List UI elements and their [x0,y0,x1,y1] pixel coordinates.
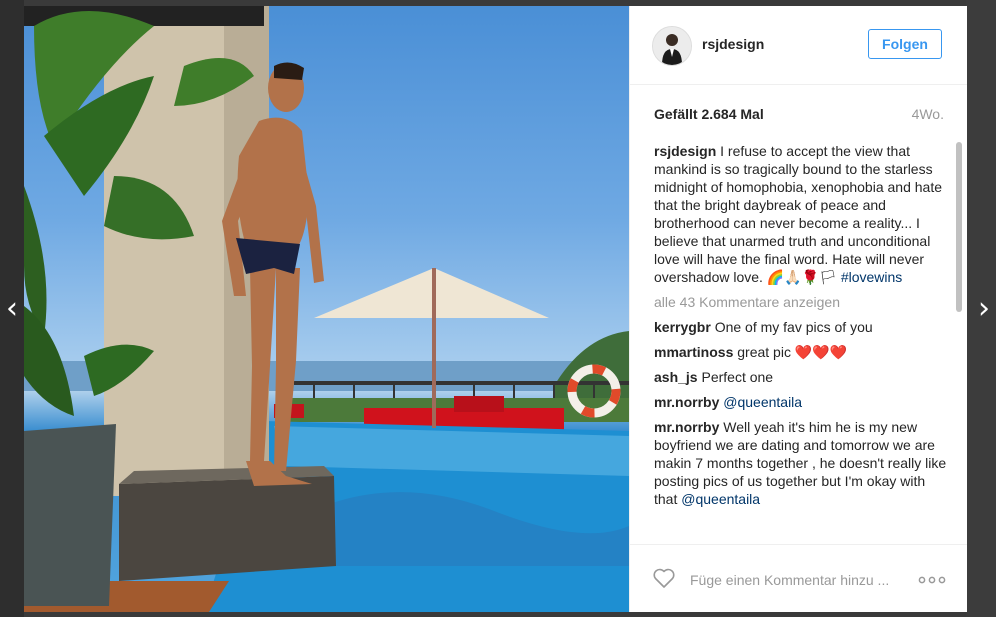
likes-count[interactable]: Gefällt 2.684 Mal [654,106,764,122]
comment-username[interactable]: kerrygbr [654,319,711,335]
chevron-right-icon[interactable]: › [972,292,996,326]
comment-username[interactable]: mr.norrby [654,394,719,410]
load-more-comments-link[interactable]: alle 43 Kommentare anzeigen [654,293,948,311]
comment-mention-link[interactable]: @queentaila [681,491,760,507]
post-timestamp[interactable]: 4Wo. [912,106,944,122]
chevron-left-icon[interactable]: ‹ [0,292,24,326]
comment-input[interactable] [688,567,922,593]
avatar[interactable] [652,26,692,66]
comment-username[interactable]: ash_js [654,369,698,385]
comment-username[interactable]: mmartinoss [654,344,733,360]
comment-username[interactable]: mr.norrby [654,419,719,435]
comment-form [630,544,967,612]
comment-item: kerrygbr One of my fav pics of you [654,318,948,336]
comment-text: One of my fav pics of you [714,319,873,335]
comment-item: mr.norrby Well yeah it's him he is my ne… [654,418,948,508]
post-header: rsjdesign Folgen [630,6,967,85]
comment-item: mr.norrby @queentaila [654,393,948,411]
comment-item: ash_js Perfect one [654,368,948,386]
post-sidebar: rsjdesign Folgen Gefällt 2.684 Mal 4Wo. … [629,6,967,612]
comment-text: great pic ❤️❤️❤️ [737,344,848,360]
avatar-image [653,27,691,65]
comment-text: Perfect one [701,369,774,385]
heart-icon[interactable] [652,567,678,591]
follow-button[interactable]: Folgen [868,29,942,59]
comments-list: rsjdesign I refuse to accept the view th… [654,142,948,544]
username[interactable]: rsjdesign [702,36,764,52]
hashtag-link[interactable]: #lovewins [841,269,902,285]
post-photo-illustration [24,6,629,612]
post-modal: rsjdesign Folgen Gefällt 2.684 Mal 4Wo. … [24,6,967,612]
comments-scrollbar[interactable] [956,142,962,544]
comment-item: mmartinoss great pic ❤️❤️❤️ [654,343,948,361]
post-photo[interactable] [24,6,629,612]
scrollbar-thumb[interactable] [956,142,962,312]
caption-text: I refuse to accept the view that mankind… [654,143,942,285]
caption: rsjdesign I refuse to accept the view th… [654,142,948,286]
more-options-icon[interactable] [918,573,946,585]
comment-mention-link[interactable]: @queentaila [723,394,802,410]
caption-username[interactable]: rsjdesign [654,143,716,159]
